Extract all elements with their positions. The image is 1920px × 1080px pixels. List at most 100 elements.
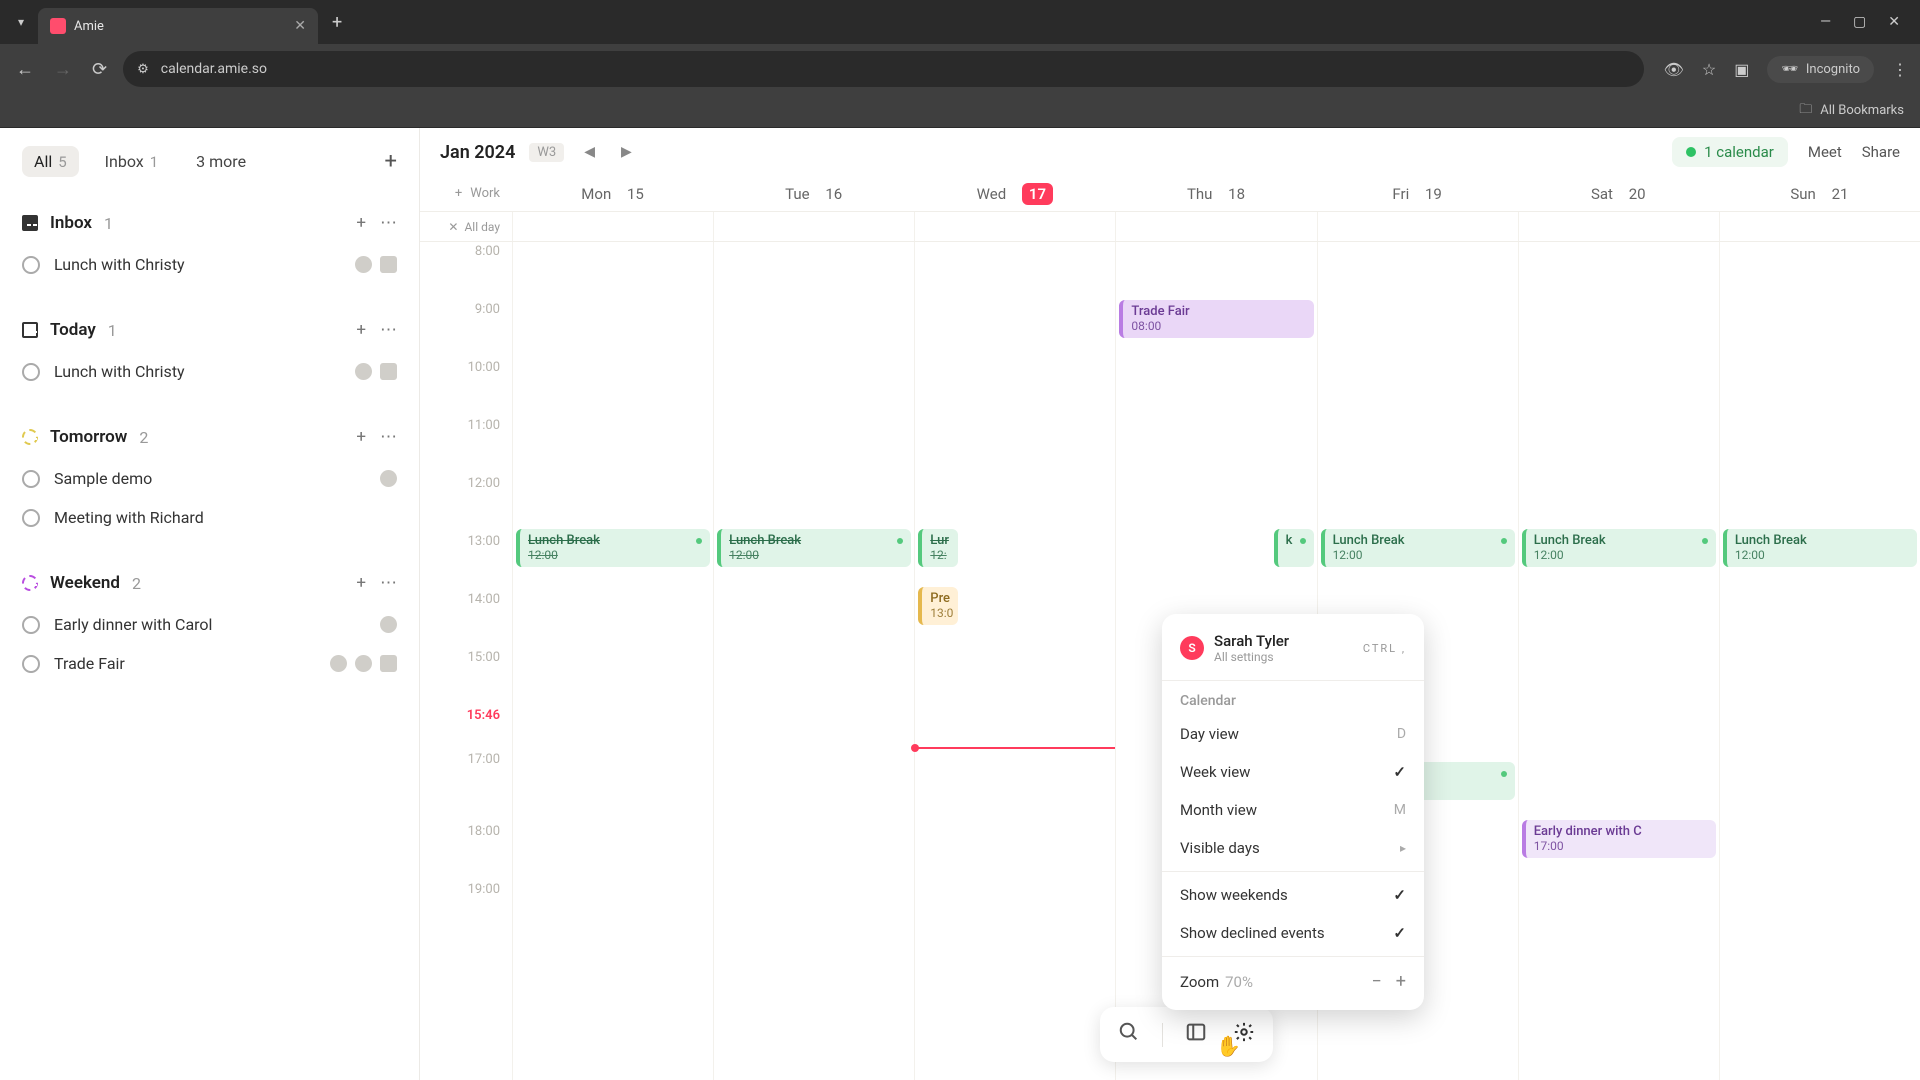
browser-menu-icon[interactable]: ⋮: [1892, 60, 1908, 79]
task-checkbox[interactable]: [22, 256, 40, 274]
now-indicator: [915, 747, 1115, 749]
zoom-in-button[interactable]: +: [1396, 971, 1406, 992]
next-week-button[interactable]: ▶: [615, 142, 638, 162]
panel-icon[interactable]: ▣: [1734, 60, 1749, 79]
close-window-icon[interactable]: ✕: [1888, 14, 1900, 30]
task-row[interactable]: Lunch with Christy: [22, 352, 397, 391]
sidebar-tab-all[interactable]: All 5: [22, 146, 79, 177]
event-lunch[interactable]: k: [1274, 529, 1314, 567]
event-lunch[interactable]: Lunch Break 12:00: [717, 529, 911, 567]
allday-cell[interactable]: [914, 212, 1115, 241]
day-header-tue[interactable]: Tue 16: [713, 176, 914, 211]
bookmark-star-icon[interactable]: ☆: [1702, 60, 1716, 79]
event-lunch[interactable]: Lur 12:: [918, 529, 958, 567]
day-col-sun[interactable]: Lunch Break 12:00: [1719, 242, 1920, 1080]
day-header-mon[interactable]: Mon 15: [512, 176, 713, 211]
event-pre[interactable]: Pre 13:0: [918, 587, 958, 625]
maximize-window-icon[interactable]: ▢: [1853, 14, 1866, 30]
add-icon[interactable]: +: [455, 186, 462, 201]
day-header-sun[interactable]: Sun 21: [1719, 176, 1920, 211]
day-header-wed[interactable]: Wed 17: [914, 176, 1115, 211]
menu-day-view[interactable]: Day view D: [1162, 715, 1424, 753]
browser-tab[interactable]: Amie ✕: [38, 8, 318, 44]
event-status-dot-icon: [1300, 538, 1306, 544]
section-header[interactable]: Today 1 + ⋯: [22, 312, 397, 352]
allday-cell[interactable]: [1317, 212, 1518, 241]
task-checkbox[interactable]: [22, 655, 40, 673]
site-settings-icon[interactable]: ⚙: [137, 62, 149, 77]
bookmarks-folder-icon[interactable]: 🗀: [1799, 100, 1812, 122]
tab-search-dropdown[interactable]: ▾: [8, 9, 34, 35]
event-dinner[interactable]: Early dinner with C 17:00: [1522, 820, 1716, 858]
task-row[interactable]: Sample demo: [22, 459, 397, 498]
menu-show-weekends[interactable]: Show weekends ✓: [1162, 876, 1424, 914]
allday-cell[interactable]: [512, 212, 713, 241]
task-row[interactable]: Lunch with Christy: [22, 245, 397, 284]
task-checkbox[interactable]: [22, 363, 40, 381]
search-icon[interactable]: [1114, 1017, 1144, 1052]
section-more-icon[interactable]: ⋯: [380, 320, 397, 340]
menu-visible-days[interactable]: Visible days ▸: [1162, 829, 1424, 867]
day-col-tue[interactable]: Lunch Break 12:00: [713, 242, 914, 1080]
allday-cell[interactable]: [1518, 212, 1719, 241]
section-add-icon[interactable]: +: [356, 320, 366, 340]
all-bookmarks-link[interactable]: All Bookmarks: [1820, 103, 1904, 118]
event-lunch[interactable]: Lunch Break 12:00: [1522, 529, 1716, 567]
task-checkbox[interactable]: [22, 616, 40, 634]
sidebar-toggle-icon[interactable]: [1181, 1017, 1211, 1052]
menu-month-view[interactable]: Month view M: [1162, 791, 1424, 829]
meet-button[interactable]: Meet: [1808, 143, 1842, 161]
day-header-sat[interactable]: Sat 20: [1518, 176, 1719, 211]
allday-cell[interactable]: [713, 212, 914, 241]
section-header[interactable]: Tomorrow 2 + ⋯: [22, 419, 397, 459]
sidebar-tab-more[interactable]: 3 more: [184, 146, 258, 177]
day-col-mon[interactable]: Lunch Break 12:00: [512, 242, 713, 1080]
new-tab-button[interactable]: +: [322, 12, 352, 33]
reload-button[interactable]: ⟳: [88, 55, 111, 84]
calendar-count-pill[interactable]: 1 calendar: [1672, 137, 1788, 167]
time-indicator-icon: [330, 655, 347, 672]
close-tab-icon[interactable]: ✕: [294, 18, 306, 34]
section-add-icon[interactable]: +: [356, 213, 366, 233]
share-button[interactable]: Share: [1862, 143, 1900, 161]
task-row[interactable]: Meeting with Richard: [22, 498, 397, 537]
section-more-icon[interactable]: ⋯: [380, 573, 397, 593]
sidebar-tab-inbox[interactable]: Inbox 1: [93, 146, 171, 177]
event-lunch[interactable]: Lunch Break 12:00: [516, 529, 710, 567]
address-bar[interactable]: ⚙ calendar.amie.so: [123, 51, 1643, 87]
task-row[interactable]: Trade Fair: [22, 644, 397, 683]
zoom-out-button[interactable]: −: [1371, 971, 1381, 992]
day-header-thu[interactable]: Thu 18: [1115, 176, 1316, 211]
back-button[interactable]: ←: [12, 55, 38, 84]
minimize-window-icon[interactable]: —: [1820, 14, 1831, 30]
section-add-icon[interactable]: +: [356, 573, 366, 593]
section-header[interactable]: Inbox 1 + ⋯: [22, 205, 397, 245]
task-row[interactable]: Early dinner with Carol: [22, 605, 397, 644]
task-checkbox[interactable]: [22, 470, 40, 488]
collapse-allday-icon[interactable]: ✕: [448, 220, 458, 234]
day-header-fri[interactable]: Fri 19: [1317, 176, 1518, 211]
allday-cell[interactable]: [1719, 212, 1920, 241]
time-label: 10:00: [420, 358, 512, 416]
allday-cell[interactable]: [1115, 212, 1316, 241]
section-more-icon[interactable]: ⋯: [380, 213, 397, 233]
settings-gear-icon[interactable]: [1229, 1017, 1259, 1052]
allday-label[interactable]: ✕ All day: [420, 212, 512, 241]
section-more-icon[interactable]: ⋯: [380, 427, 397, 447]
event-lunch[interactable]: Lunch Break 12:00: [1321, 529, 1515, 567]
tracking-icon[interactable]: 👁: [1664, 60, 1684, 79]
event-lunch[interactable]: Lunch Break 12:00: [1723, 529, 1917, 567]
menu-week-view[interactable]: Week view ✓: [1162, 753, 1424, 791]
prev-week-button[interactable]: ◀: [578, 142, 601, 162]
section-header[interactable]: Weekend 2 + ⋯: [22, 565, 397, 605]
day-col-sat[interactable]: Lunch Break 12:00 Early dinner with C 17…: [1518, 242, 1719, 1080]
popup-user-row[interactable]: S Sarah Tyler All settings CTRL ,: [1162, 628, 1424, 676]
section-add-icon[interactable]: +: [356, 427, 366, 447]
section-tomorrow: Tomorrow 2 + ⋯ Sample demo Meeting with …: [22, 419, 397, 537]
menu-show-declined[interactable]: Show declined events ✓: [1162, 914, 1424, 952]
task-checkbox[interactable]: [22, 509, 40, 527]
day-col-wed[interactable]: Lur 12: Pre 13:0: [914, 242, 1115, 1080]
add-task-button[interactable]: +: [385, 149, 397, 174]
event-trade-fair[interactable]: Trade Fair 08:00: [1119, 300, 1313, 338]
incognito-badge[interactable]: 🕶 Incognito: [1767, 56, 1874, 83]
